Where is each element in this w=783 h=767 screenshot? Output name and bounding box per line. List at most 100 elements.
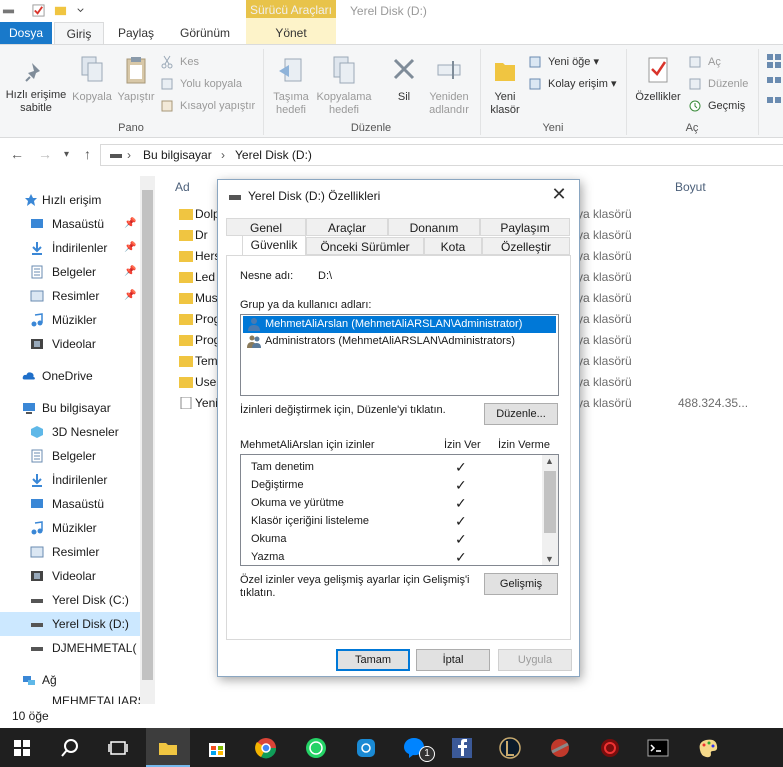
new-item-button[interactable]: Yeni öğe ▾ (528, 53, 599, 71)
forward-arrow-icon[interactable]: → (38, 146, 52, 162)
address-input[interactable]: › Bu bilgisayar › Yerel Disk (D:) (100, 144, 783, 166)
windows-start-icon[interactable] (10, 736, 34, 760)
search-icon[interactable] (58, 736, 82, 760)
sidebar-item-music[interactable]: Müzikler (0, 516, 140, 540)
game-icon[interactable] (548, 736, 572, 760)
new-folder-button[interactable]: Yeni klasör (484, 55, 526, 117)
sidebar-item-drive-c[interactable]: Yerel Disk (C:) (0, 588, 140, 612)
sidebar-item-label: Hızlı erişim (42, 193, 102, 207)
sidebar-item-videos[interactable]: Videolar (0, 564, 140, 588)
sidebar-item-pictures[interactable]: Resimler 📌 (0, 284, 140, 308)
sidebar-item-this-pc[interactable]: Bu bilgisayar (0, 396, 140, 420)
sidebar-item-quick-access[interactable]: Hızlı erişim (0, 188, 140, 212)
breadcrumb-separator: › (127, 148, 131, 162)
list-item[interactable]: Administrators (MehmetAliARSLAN\Administ… (243, 333, 515, 350)
tab-home[interactable]: Giriş (54, 22, 104, 44)
apply-button[interactable]: Uygula (498, 649, 572, 671)
edit-button[interactable]: Düzenle (688, 75, 748, 93)
sidebar-item-pictures[interactable]: Resimler (0, 540, 140, 564)
tab-manage[interactable]: Yönet (246, 22, 336, 44)
tab-security[interactable]: Güvenlik (242, 235, 306, 255)
tab-share[interactable]: Paylaş (108, 22, 164, 44)
tab-previous-versions[interactable]: Önceki Sürümler (306, 237, 424, 255)
sidebar-item-videos[interactable]: Videolar (0, 332, 140, 356)
copy-path-button[interactable]: Yolu kopyala (160, 75, 242, 93)
sidebar-item-documents[interactable]: Belgeler 📌 (0, 260, 140, 284)
column-header-size[interactable]: Boyut (675, 180, 706, 194)
sidebar-item-documents[interactable]: Belgeler (0, 444, 140, 468)
up-arrow-icon[interactable]: ↑ (84, 146, 91, 162)
breadcrumb-this-pc[interactable]: Bu bilgisayar (143, 148, 212, 162)
sidebar-scrollbar-thumb[interactable] (142, 190, 153, 680)
paste-shortcut-button[interactable]: Kısayol yapıştır (160, 97, 255, 115)
permission-row: Okuma ✓ (251, 530, 551, 548)
cancel-button[interactable]: İptal (416, 649, 490, 671)
permissions-scrollbar-thumb[interactable] (544, 471, 556, 533)
new-item-icon (529, 56, 541, 68)
advanced-button[interactable]: Gelişmiş (484, 573, 558, 595)
sidebar-item-network[interactable]: Ağ (0, 668, 140, 692)
edit-permissions-button[interactable]: Düzenle... (484, 403, 558, 425)
move-to-button[interactable]: Taşıma hedefi (266, 55, 316, 117)
close-icon[interactable]: ✕ (547, 184, 571, 205)
delete-button[interactable]: Sil (384, 55, 424, 104)
command-prompt-icon[interactable] (646, 736, 670, 760)
cut-button[interactable]: Kes (160, 53, 199, 71)
tab-view[interactable]: Görünüm (170, 22, 240, 44)
open-button[interactable]: Aç (688, 53, 721, 71)
store-icon[interactable] (205, 736, 229, 760)
recent-locations-chevron-icon[interactable]: ▾ (64, 149, 69, 160)
tab-customize[interactable]: Özelleştir (482, 237, 570, 255)
tab-quota[interactable]: Kota (424, 237, 482, 255)
sidebar-item-desktop[interactable]: Masaüstü 📌 (0, 212, 140, 236)
scroll-up-icon[interactable]: ▲ (545, 456, 554, 466)
ok-button[interactable]: Tamam (336, 649, 410, 671)
league-of-legends-icon[interactable] (498, 736, 522, 760)
taskbar-file-explorer-active[interactable] (146, 728, 190, 767)
column-header-name[interactable]: Ad (175, 180, 190, 194)
pin-quick-access-button[interactable]: Hızlı erişime sabitle (2, 59, 70, 115)
easy-access-button[interactable]: Kolay erişim ▾ (528, 75, 616, 93)
drive-icon[interactable] (2, 4, 15, 17)
properties-icon (648, 57, 668, 83)
rename-button[interactable]: Yeniden adlandır (424, 55, 474, 117)
task-view-icon[interactable] (106, 736, 130, 760)
instagram-icon[interactable] (354, 736, 378, 760)
sidebar-item-downloads[interactable]: İndirilenler 📌 (0, 236, 140, 260)
sidebar-item-label: İndirilenler (52, 241, 108, 255)
sidebar-item-3d-objects[interactable]: 3D Nesneler (0, 420, 140, 444)
sidebar-item-drive-d[interactable]: Yerel Disk (D:) (0, 612, 140, 636)
chrome-icon[interactable] (254, 736, 278, 760)
folder-icon (179, 314, 193, 325)
pin-icon: 📌 (124, 218, 137, 229)
chevron-down-icon[interactable] (74, 4, 87, 17)
tab-hardware[interactable]: Donanım (388, 218, 480, 236)
breadcrumb-drive-d[interactable]: Yerel Disk (D:) (235, 148, 312, 162)
tab-file[interactable]: Dosya (0, 22, 52, 44)
sidebar-item-downloads[interactable]: İndirilenler (0, 468, 140, 492)
whatsapp-icon[interactable] (304, 736, 328, 760)
history-button[interactable]: Geçmiş (688, 97, 745, 115)
tab-sharing[interactable]: Paylaşım (480, 218, 570, 236)
copy-button[interactable]: Kopyala (70, 55, 114, 104)
paint-icon[interactable] (696, 736, 720, 760)
list-item[interactable]: MehmetAliArslan (MehmetAliARSLAN\Adminis… (243, 316, 556, 333)
delete-label: Sil (397, 91, 411, 103)
sidebar-item-music[interactable]: Müzikler (0, 308, 140, 332)
users-listbox[interactable]: MehmetAliArslan (MehmetAliARSLAN\Adminis… (240, 314, 559, 396)
back-arrow-icon[interactable]: ← (10, 146, 24, 162)
copy-to-button[interactable]: Kopyalama hedefi (316, 55, 372, 117)
tab-tools[interactable]: Araçlar (306, 218, 388, 236)
scroll-down-icon[interactable]: ▼ (545, 554, 554, 564)
facebook-icon[interactable] (450, 736, 474, 760)
sidebar-item-desktop[interactable]: Masaüstü (0, 492, 140, 516)
tab-general[interactable]: Genel (226, 218, 306, 236)
properties-check-icon[interactable] (32, 4, 45, 17)
select-all-icon[interactable] (766, 53, 782, 123)
new-folder-icon[interactable] (54, 4, 67, 17)
antivirus-icon[interactable] (598, 736, 622, 760)
paste-button[interactable]: Yapıştır (114, 55, 158, 104)
sidebar-item-network-drive[interactable]: DJMEHMETAL( ( (0, 636, 140, 660)
properties-button[interactable]: Özellikler (630, 55, 686, 104)
sidebar-item-onedrive[interactable]: OneDrive (0, 364, 140, 388)
